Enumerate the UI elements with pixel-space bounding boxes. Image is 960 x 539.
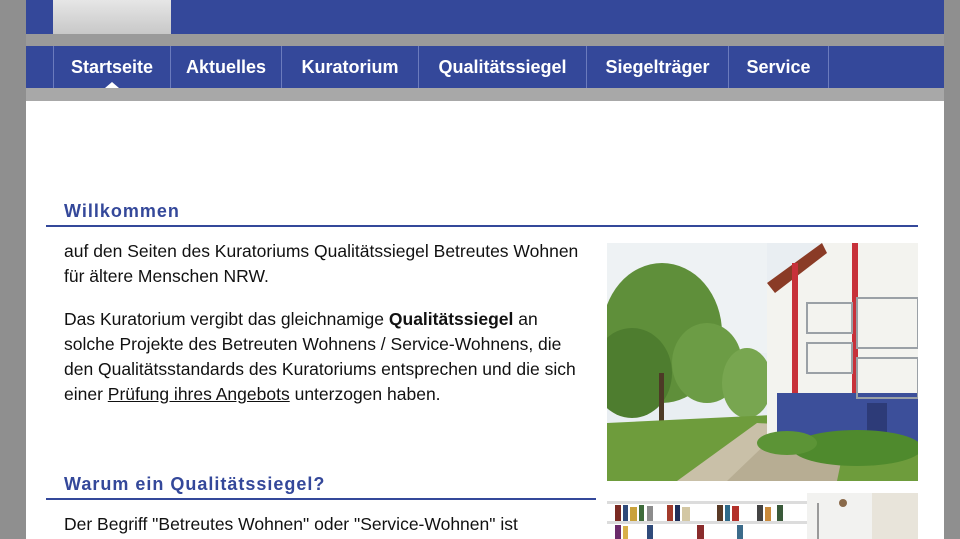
header-logo-tab[interactable]: [53, 0, 171, 34]
bookshelf-photo: [607, 493, 918, 539]
why-text: Der Begriff "Betreutes Wohnen" oder "Ser…: [64, 514, 518, 534]
why-heading: Warum ein Qualitätssiegel?: [64, 474, 326, 494]
welcome-paragraph-text-start: Das Kuratorium vergibt das gleichnamige: [64, 309, 389, 329]
welcome-heading: Willkommen: [64, 201, 180, 221]
welcome-paragraph: Das Kuratorium vergibt das gleichnamige …: [64, 307, 584, 407]
residence-garden-photo: [607, 243, 918, 481]
header-bar: [26, 0, 944, 34]
page-frame: Startseite Aktuelles Kuratorium Qualität…: [26, 0, 944, 539]
welcome-paragraph-text-end: unterzogen haben.: [289, 384, 441, 404]
welcome-heading-rule: [46, 225, 918, 227]
nav-item-service[interactable]: Service: [729, 46, 829, 88]
why-heading-rule: [46, 498, 596, 500]
nav-item-qualitaetssiegel[interactable]: Qualitätssiegel: [419, 46, 587, 88]
welcome-intro: auf den Seiten des Kuratoriums Qualitäts…: [64, 241, 579, 286]
nav-item-siegeltraeger[interactable]: Siegelträger: [587, 46, 729, 88]
nav-item-aktuelles[interactable]: Aktuelles: [171, 46, 282, 88]
nav-item-kuratorium[interactable]: Kuratorium: [282, 46, 419, 88]
main-content: Willkommen auf den Seiten des Kuratorium…: [26, 101, 944, 539]
main-navigation: Startseite Aktuelles Kuratorium Qualität…: [26, 46, 944, 88]
subnav-bar: [26, 88, 944, 101]
qualitaetssiegel-bold: Qualitätssiegel: [388, 309, 514, 329]
pruefung-link[interactable]: Prüfung ihres Angebots: [108, 384, 290, 404]
